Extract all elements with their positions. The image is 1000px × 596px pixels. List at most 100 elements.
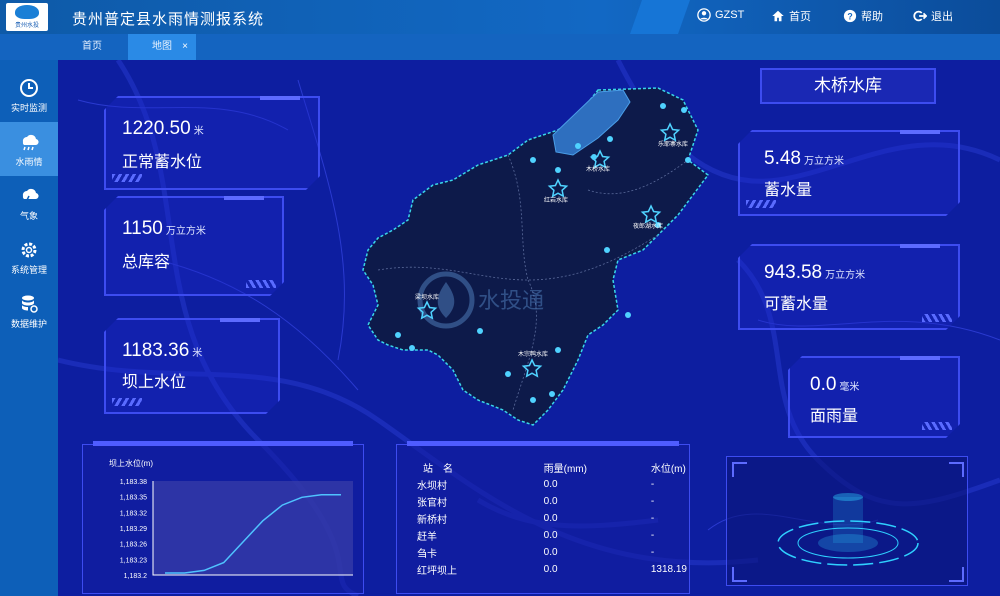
sidebar-item-label: 系统管理 <box>10 265 47 275</box>
water-level-cell: - <box>650 547 655 558</box>
table-header-row: 站 名 雨量(mm) 水位(m) <box>417 459 687 476</box>
logout-label: 退出 <box>931 11 953 23</box>
water-level-cell: - <box>650 479 655 490</box>
user-icon <box>697 8 711 22</box>
table-row[interactable]: 张官村 0.0 - <box>417 493 687 510</box>
tab-map[interactable]: 地图 × <box>128 34 196 60</box>
chart-title: 坝上水位(m) <box>109 458 153 468</box>
sidebar-item-label: 实时监测 <box>10 103 47 113</box>
tab-home[interactable]: 首页 <box>82 34 102 60</box>
stat-value: 1150 <box>122 218 163 239</box>
station-name-cell: 新桥村 <box>417 515 447 526</box>
user-button[interactable]: GZST <box>697 8 744 22</box>
y-tick-label: 1,183.32 <box>120 510 147 517</box>
marker-label: 红岩水库 <box>544 196 568 204</box>
y-tick-label: 1,183.29 <box>120 526 147 533</box>
table-row[interactable]: 新桥村 0.0 - <box>417 510 687 527</box>
app-header: 贵州水投 贵州普定县水雨情测报系统 GZST 首页 ? 帮助 退出 <box>0 0 1000 34</box>
station-name-cell: 张官村 <box>417 498 447 509</box>
station-name-cell: 水坝村 <box>417 481 447 492</box>
help-button[interactable]: ? 帮助 <box>843 8 883 24</box>
sidebar-item-realtime[interactable]: 实时监测 <box>0 68 58 122</box>
logo-text: 贵州水投 <box>14 23 39 29</box>
water-level-chart-panel: 坝上水位(m) 1,183.38 1,183.35 1,183.32 1,183.29… <box>82 441 364 594</box>
table-row[interactable]: 赶羊 0.0 - <box>417 527 687 544</box>
sidebar-item-data[interactable]: 数据维护 <box>0 284 58 338</box>
stat-unit: 毫米 <box>839 382 860 393</box>
marker-label: 梁坝水库 <box>415 293 439 301</box>
stat-label: 面雨量 <box>810 408 859 425</box>
svg-text:?: ? <box>847 12 852 22</box>
table-row[interactable]: 刍卡 0.0 - <box>417 544 687 561</box>
marker-label: 夜郎湖水库 <box>633 222 663 230</box>
station-name-cell: 刍卡 <box>417 549 437 560</box>
clock-icon <box>20 79 38 97</box>
user-name: GZST <box>715 9 745 21</box>
table-row[interactable]: 红坪坝上 0.0 1318.19 <box>417 561 687 578</box>
logout-icon <box>913 10 927 22</box>
marker-label: 木宗鸭水库 <box>518 350 548 358</box>
table-body: 水坝村 0.0 - 张官村 0.0 - 新桥村 0.0 - 赶羊 0.0 - 刍卡 0.0 - 红坪坝上 0.0… <box>417 476 687 578</box>
stat-label: 蓄水量 <box>764 182 813 199</box>
y-tick-label: 1,183.2 <box>124 573 147 580</box>
rainfall-cell: 0.0 <box>543 496 558 507</box>
stat-panel-total-capacity: 1150 万立方米 总库容 <box>104 196 284 296</box>
app-title: 贵州普定县水雨情测报系统 <box>72 11 265 28</box>
station-name-cell: 赶羊 <box>417 532 437 543</box>
map-view[interactable]: 水投通 乐耶寨水库 木桥水库 红岩水库 夜郎湖水库 梁坝水库 木宗鸭水库 122… <box>58 60 1000 596</box>
stat-label: 可蓄水量 <box>764 296 829 313</box>
stat-value: 1220.50 <box>122 118 191 139</box>
close-icon[interactable]: × <box>182 34 188 60</box>
stat-value: 943.58 <box>764 262 823 283</box>
stat-panel-normal-level: 1220.50 米 正常蓄水位 <box>104 96 320 190</box>
water-level-cell: - <box>650 530 655 541</box>
rainfall-table-panel: 站 名 雨量(mm) 水位(m) 水坝村 0.0- 张官村 0.0- 新桥村 0.0- 赶羊… <box>396 441 690 594</box>
stat-label: 总库容 <box>122 254 171 271</box>
home-button[interactable]: 首页 <box>771 8 811 24</box>
column-header: 站 名 <box>423 464 453 475</box>
marker-label: 乐耶寨水库 <box>658 140 688 148</box>
stat-unit: 万立方米 <box>165 226 206 237</box>
radar-graphic <box>732 462 964 582</box>
y-tick-label: 1,183.35 <box>120 495 147 502</box>
sidebar-item-label: 数据维护 <box>10 319 47 329</box>
water-level-cell: - <box>650 513 655 524</box>
column-header: 雨量(mm) <box>543 464 587 475</box>
y-tick-label: 1,183.38 <box>120 479 147 486</box>
y-tick-label: 1,183.26 <box>120 542 147 549</box>
stat-value: 5.48 <box>764 148 801 169</box>
stat-unit: 米 <box>192 348 203 359</box>
stat-value: 1183.36 <box>122 340 190 361</box>
sidebar: 实时监测 水雨情 气象 系统管理 数据维护 <box>0 60 58 596</box>
sidebar-item-rain[interactable]: 水雨情 <box>0 122 58 176</box>
gear-icon <box>21 242 37 258</box>
column-header: 水位(m) <box>650 464 686 475</box>
stat-panel-available-storage: 943.58 万立方米 可蓄水量 <box>738 244 960 330</box>
sidebar-item-weather[interactable]: 气象 <box>0 176 58 230</box>
sidebar-item-label: 水雨情 <box>15 157 43 167</box>
rainfall-cell: 0.0 <box>543 547 558 558</box>
stat-label: 坝上水位 <box>122 374 187 391</box>
stat-panel-dam-level: 1183.36 米 坝上水位 <box>104 318 280 414</box>
help-label: 帮助 <box>861 11 883 23</box>
thunder-cloud-icon <box>22 188 39 205</box>
home-icon <box>772 10 784 22</box>
water-level-cell: - <box>650 496 655 507</box>
sidebar-item-system[interactable]: 系统管理 <box>0 230 58 284</box>
rainfall-cell: 0.0 <box>543 530 558 541</box>
logout-button[interactable]: 退出 <box>913 8 953 24</box>
rainfall-cell: 0.0 <box>543 564 558 575</box>
stat-unit: 万立方米 <box>803 156 844 167</box>
y-tick-label: 1,183.23 <box>120 557 147 564</box>
rainfall-table: 站 名 雨量(mm) 水位(m) 水坝村 0.0- 张官村 0.0- 新桥村 0.0- 赶羊… <box>417 459 687 578</box>
stat-panel-area-rainfall: 0.0 毫米 面雨量 <box>788 356 960 438</box>
table-row[interactable]: 水坝村 0.0 - <box>417 476 687 493</box>
watermark-text: 水投通 <box>478 288 544 313</box>
stat-unit: 米 <box>193 126 204 137</box>
tab-map-label: 地图 <box>152 41 172 52</box>
water-drop-icon <box>15 5 39 19</box>
sidebar-item-label: 气象 <box>19 211 38 221</box>
tab-bar: 首页 地图 × <box>0 34 1000 60</box>
app-logo: 贵州水投 <box>6 3 48 31</box>
water-level-cell: 1318.19 <box>650 564 687 575</box>
